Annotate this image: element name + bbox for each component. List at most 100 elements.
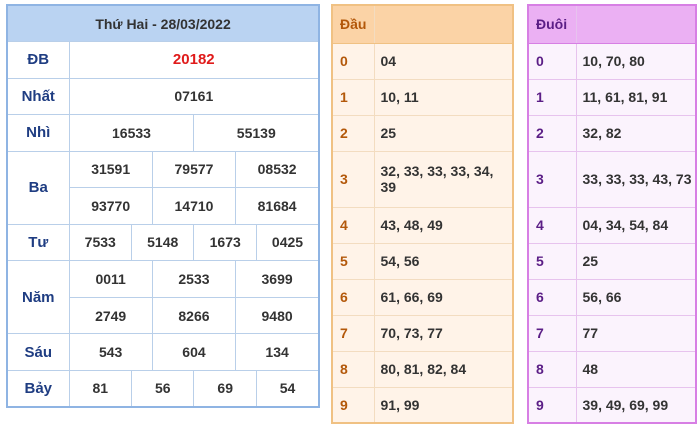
loto-values: 32, 33, 33, 33, 34, 39 [373,151,513,208]
loto-head-title: Đầu [332,5,374,44]
loto-key: 1 [528,79,576,116]
loto-values: 77 [575,315,696,352]
prize-value: 93770 [68,187,153,225]
results-date-title: Thứ Hai - 28/03/2022 [6,4,320,43]
prize-row-nhat: Nhất 07161 [6,77,320,116]
loto-row: 5 25 [528,243,696,280]
prize-label: Sáu [6,333,70,371]
loto-row: 8 80, 81, 82, 84 [332,351,513,388]
loto-tail-table: Đuôi 0 10, 70, 80 1 11, 61, 81, 91 2 32,… [527,4,697,424]
loto-key: 1 [332,79,374,116]
prize-row-db: ĐB 20182 [6,41,320,79]
prize-value: 5148 [130,223,195,262]
prize-value: 7533 [68,223,132,262]
loto-row: 6 61, 66, 69 [332,279,513,316]
prize-value: 69 [193,369,257,408]
prize-value: 3699 [235,260,320,298]
prize-row-nhi: Nhì 16533 55139 [6,114,320,152]
loto-row: 8 48 [528,351,696,388]
loto-row: 6 56, 66 [528,279,696,316]
loto-key: 0 [528,43,576,80]
loto-key: 8 [528,351,576,388]
loto-values: 91, 99 [373,387,513,424]
loto-values: 33, 33, 33, 43, 73 [575,151,696,208]
loto-row: 4 04, 34, 54, 84 [528,207,696,244]
loto-key: 8 [332,351,374,388]
prize-value: 604 [151,333,237,371]
loto-key: 7 [332,315,374,352]
loto-row: 2 32, 82 [528,115,696,152]
prize-value: 1673 [193,223,257,262]
prize-row-nam: Năm 0011 2533 3699 [6,260,320,335]
loto-row: 0 04 [332,43,513,80]
loto-key: 0 [332,43,374,80]
loto-values: 80, 81, 82, 84 [373,351,513,388]
loto-row: 9 91, 99 [332,387,513,424]
prize-value: 2749 [68,296,153,335]
loto-values: 61, 66, 69 [373,279,513,316]
loto-key: 9 [528,387,576,424]
loto-values: 54, 56 [373,243,513,280]
prize-value: 0425 [255,223,320,262]
prize-value: 0011 [68,260,153,298]
loto-values: 43, 48, 49 [373,207,513,244]
loto-key: 3 [332,151,374,208]
prize-row-tu: Tư 7533 5148 1673 0425 [6,223,320,262]
loto-key: 3 [528,151,576,208]
loto-row: 5 54, 56 [332,243,513,280]
loto-values: 32, 82 [575,115,696,152]
loto-values: 04, 34, 54, 84 [575,207,696,244]
loto-values: 04 [373,43,513,80]
loto-values: 10, 70, 80 [575,43,696,80]
loto-row: 9 39, 49, 69, 99 [528,387,696,424]
loto-row: 3 33, 33, 33, 43, 73 [528,151,696,208]
prize-value: 56 [130,369,195,408]
loto-values: 25 [575,243,696,280]
prize-label: Tư [6,223,70,262]
loto-values: 25 [373,115,513,152]
prize-row-sau: Sáu 543 604 134 [6,333,320,371]
loto-values: 39, 49, 69, 99 [575,387,696,424]
loto-head-table: Đầu 0 04 1 10, 11 2 25 3 32, 33, 33, 33,… [331,4,514,424]
prize-value: 07161 [68,77,320,116]
prize-value: 54 [255,369,320,408]
prize-value: 9480 [235,296,320,335]
prize-value: 2533 [151,260,237,298]
loto-row: 3 32, 33, 33, 33, 34, 39 [332,151,513,208]
prize-label: ĐB [6,41,70,79]
loto-row: 4 43, 48, 49 [332,207,513,244]
loto-values: 11, 61, 81, 91 [575,79,696,116]
prize-value: 543 [68,333,153,371]
prize-row-ba: Ba 31591 79577 08532 [6,150,320,225]
loto-key: 5 [332,243,374,280]
loto-key: 6 [528,279,576,316]
prize-value: 31591 [68,150,153,189]
loto-row: 1 11, 61, 81, 91 [528,79,696,116]
loto-key: 9 [332,387,374,424]
loto-row: 7 77 [528,315,696,352]
prize-value: 55139 [193,114,320,152]
prize-value: 81684 [235,187,320,225]
loto-row: 2 25 [332,115,513,152]
loto-key: 4 [528,207,576,244]
prize-value: 81 [68,369,132,408]
loto-row: 7 70, 73, 77 [332,315,513,352]
loto-key: 2 [528,115,576,152]
prize-label: Ba [6,150,70,225]
loto-values: 10, 11 [373,79,513,116]
prize-value: 16533 [68,114,195,152]
loto-key: 5 [528,243,576,280]
loto-values: 70, 73, 77 [373,315,513,352]
loto-tail-title: Đuôi [528,5,576,44]
loto-values: 48 [575,351,696,388]
loto-key: 4 [332,207,374,244]
loto-tail-title-blank [575,5,696,44]
prize-label: Bảy [6,369,70,408]
prize-row-bay: Bảy 81 56 69 54 [6,369,320,408]
loto-key: 2 [332,115,374,152]
lottery-results-table: Thứ Hai - 28/03/2022 ĐB 20182 Nhất 07161… [6,4,321,408]
loto-values: 56, 66 [575,279,696,316]
loto-row: 1 10, 11 [332,79,513,116]
prize-label: Nhất [6,77,70,116]
loto-head-title-blank [373,5,513,44]
